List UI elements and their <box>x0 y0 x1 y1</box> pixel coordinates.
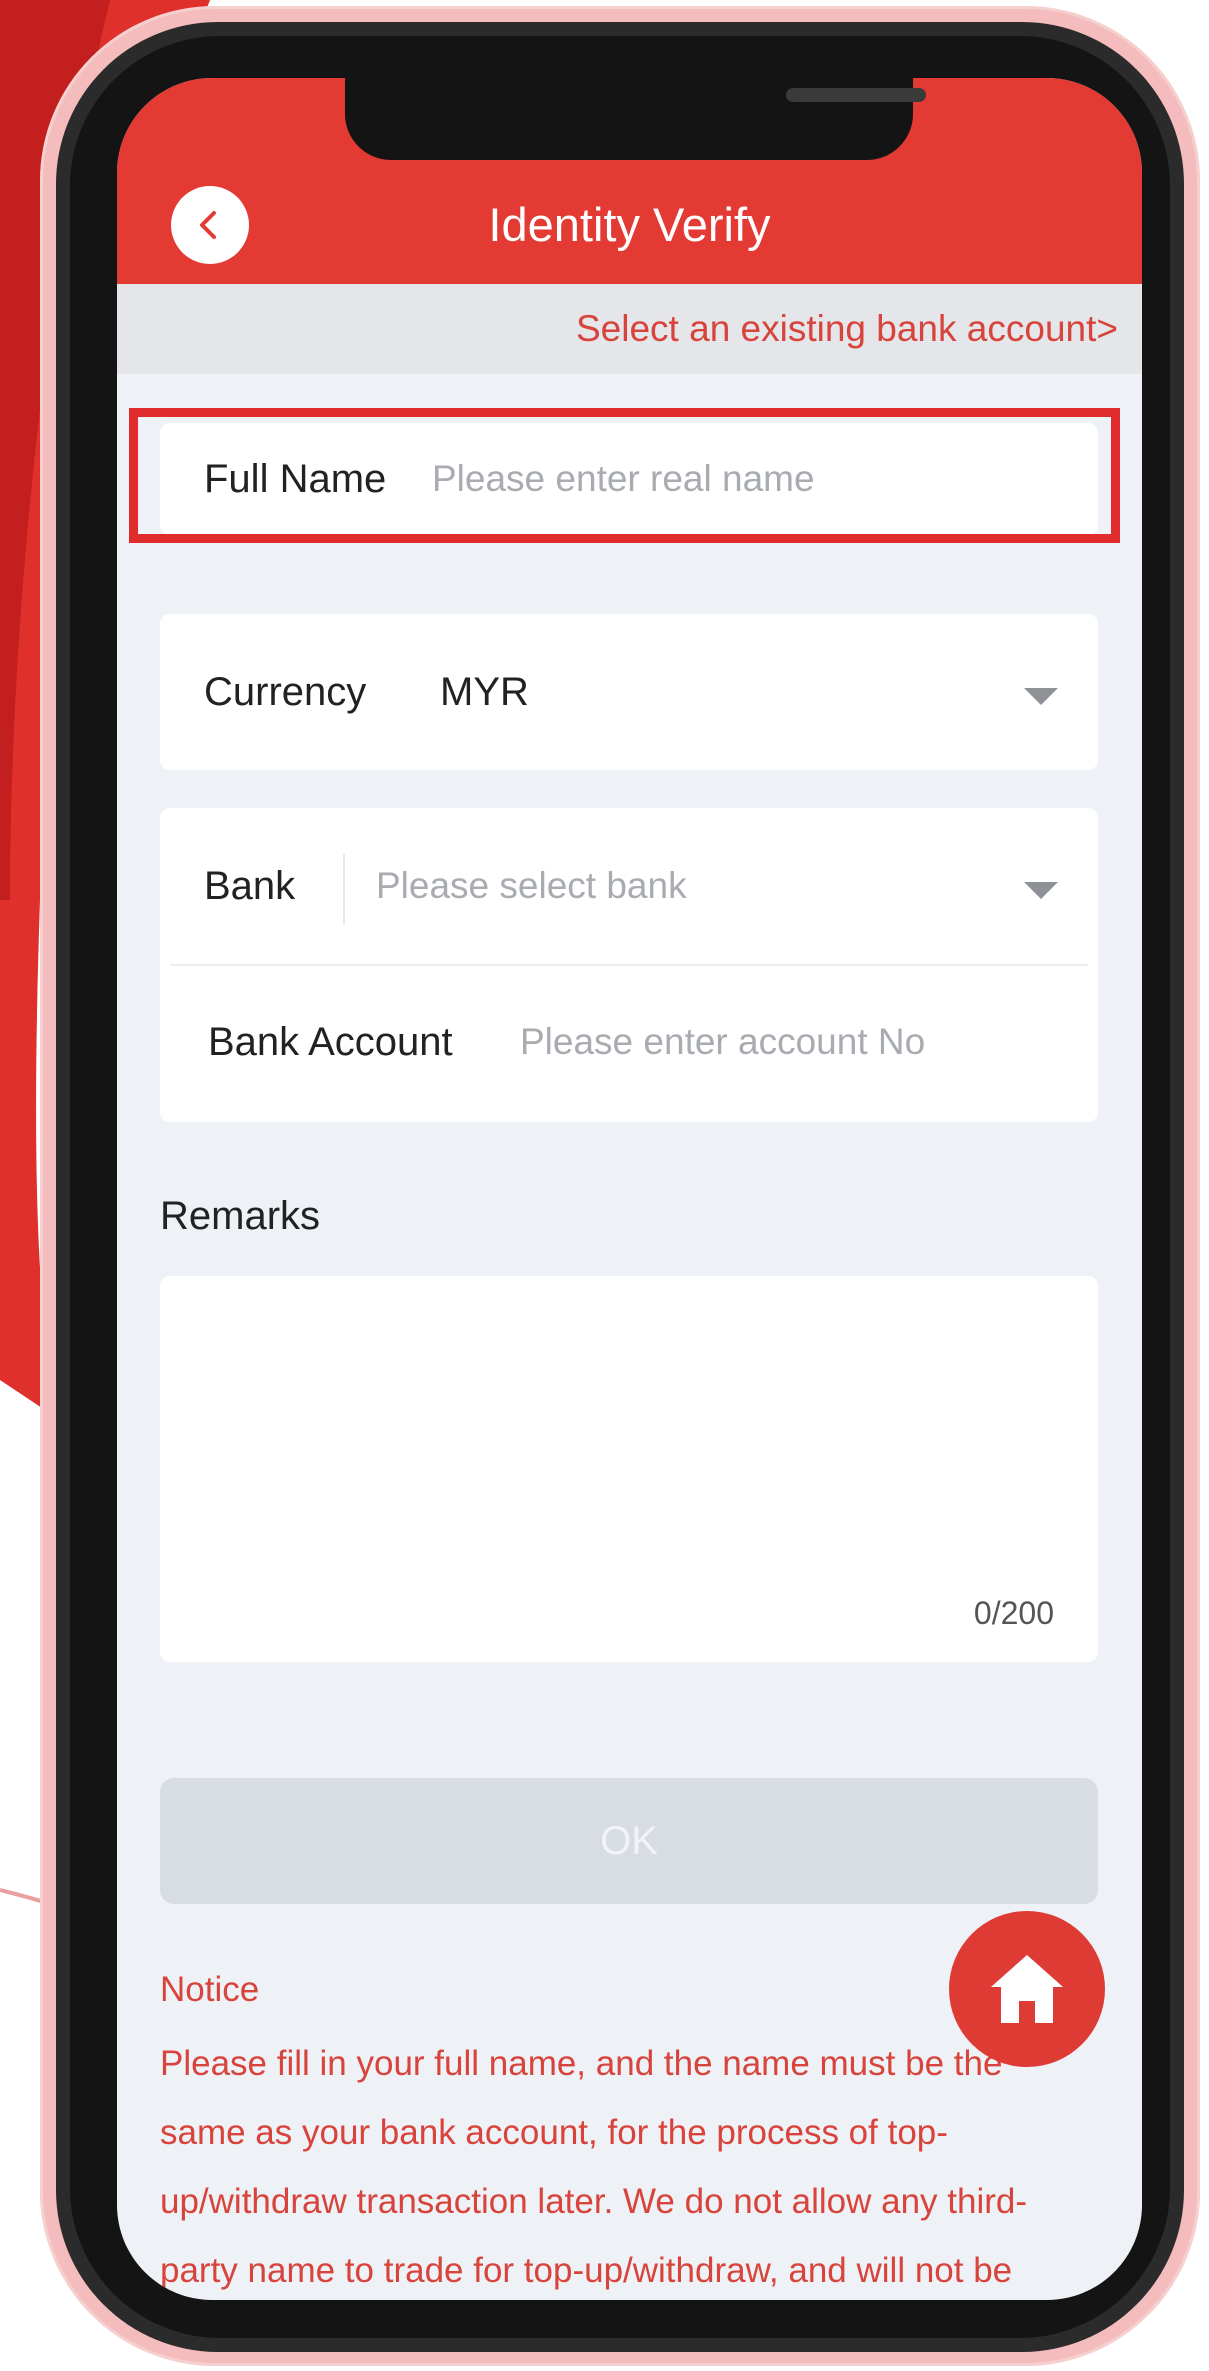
currency-card[interactable]: Currency MYR <box>160 614 1098 770</box>
remarks-textarea[interactable]: 0/200 <box>160 1276 1098 1662</box>
phone-speaker <box>786 88 926 102</box>
full-name-highlight-box <box>129 408 1120 543</box>
currency-label: Currency <box>204 670 367 714</box>
home-icon <box>991 1955 1063 2023</box>
select-existing-account-link[interactable]: Select an existing bank account> <box>576 302 1118 356</box>
bank-label-divider <box>343 854 345 924</box>
bank-card: Bank Please select bank Bank Account Ple… <box>160 808 1098 1122</box>
notice-text: Please fill in your full name, and the n… <box>160 2044 1028 2290</box>
bank-account-input[interactable]: Please enter account No <box>520 1012 925 1072</box>
remarks-label: Remarks <box>160 1194 321 1238</box>
phone-notch <box>345 78 926 160</box>
caret-down-icon <box>1024 882 1058 899</box>
bank-label: Bank <box>204 864 296 908</box>
page-title: Identity Verify <box>488 198 771 251</box>
existing-account-bar: Select an existing bank account> <box>117 284 1142 374</box>
currency-value[interactable]: MYR <box>440 662 529 722</box>
bank-account-label: Bank Account <box>208 1020 453 1064</box>
remarks-char-counter: 0/200 <box>973 1595 1054 1631</box>
home-button[interactable] <box>949 1911 1105 2067</box>
bank-select[interactable]: Please select bank <box>376 856 687 916</box>
notice-title: Notice <box>160 1970 260 2009</box>
caret-down-icon <box>1024 688 1058 705</box>
phone-screen: Identity Verify Select an existing bank … <box>117 78 1142 2300</box>
bank-row-divider <box>170 964 1088 966</box>
ok-button[interactable]: OK <box>160 1778 1098 1904</box>
